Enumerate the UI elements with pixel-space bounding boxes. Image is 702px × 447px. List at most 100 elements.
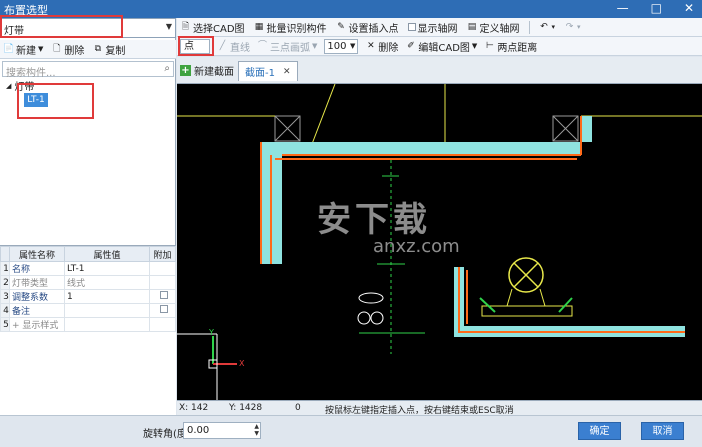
expand-icon[interactable]: + bbox=[12, 321, 20, 331]
rotation-value: 0.00 bbox=[187, 425, 210, 436]
delete-component-button[interactable]: 🗋 删除 bbox=[51, 42, 84, 57]
ok-button[interactable]: 确定 bbox=[578, 422, 621, 440]
redo-button[interactable]: ↷ ▾ bbox=[564, 22, 581, 33]
line-button[interactable]: ╱ 直线 bbox=[217, 39, 250, 54]
tree-node-root[interactable]: ◢ 灯带 bbox=[6, 78, 34, 94]
table-row[interactable]: 5 + 显示样式 bbox=[0, 317, 176, 332]
minimize-button[interactable]: — bbox=[617, 1, 629, 15]
component-type-select[interactable]: 灯带 ▼ bbox=[0, 18, 176, 38]
cad-canvas[interactable]: Y X 安下载 anxz.com bbox=[177, 84, 702, 400]
row-number: 1 bbox=[0, 261, 10, 276]
row-number: 4 bbox=[0, 303, 10, 318]
table-row[interactable]: 3 调整系数 1 bbox=[0, 289, 176, 304]
prop-extra bbox=[149, 317, 176, 332]
maximize-button[interactable]: □ bbox=[651, 1, 662, 15]
point-distance-button[interactable]: ⊢ 两点距离 bbox=[484, 39, 537, 54]
divider bbox=[528, 20, 530, 34]
edit-cad-label: 编辑CAD图 bbox=[418, 42, 470, 54]
cad-circle bbox=[370, 311, 384, 325]
table-row[interactable]: 4 备注 bbox=[0, 303, 176, 318]
arc-icon: ⌒ bbox=[257, 40, 267, 51]
new-component-button[interactable]: 📄 新建 ▼ bbox=[3, 42, 43, 57]
search-icon[interactable]: ⌕ bbox=[164, 63, 170, 74]
prop-extra[interactable] bbox=[149, 289, 176, 304]
cad-ellipse bbox=[358, 292, 384, 304]
chevron-down-icon: ▾ bbox=[577, 23, 581, 31]
prop-extra bbox=[149, 261, 176, 276]
tree-item-selected[interactable]: LT-1 bbox=[24, 93, 48, 107]
prop-name[interactable]: + 显示样式 bbox=[9, 317, 65, 332]
batch-identify-label: 批量识别构件 bbox=[266, 23, 327, 35]
close-tab-icon[interactable]: ✕ bbox=[283, 67, 291, 77]
prop-value[interactable] bbox=[64, 303, 150, 318]
edit-cad-button[interactable]: ✐ 编辑CAD图 ▼ bbox=[405, 39, 477, 54]
chevron-down-icon: ▼ bbox=[312, 42, 318, 50]
arc-button[interactable]: ⌒ 三点画弧 ▼ bbox=[257, 39, 317, 54]
zoom-value: 100 bbox=[327, 40, 347, 52]
watermark: 安下载 anxz.com bbox=[317, 192, 460, 257]
grid-icon: ▦ bbox=[254, 21, 264, 32]
tab-section-1[interactable]: 截面-1 ✕ bbox=[238, 61, 298, 81]
tab-label: 截面-1 bbox=[245, 68, 275, 79]
row-number-header bbox=[0, 246, 10, 262]
draw-point-button[interactable]: 点 bbox=[180, 38, 210, 54]
copy-label: 复制 bbox=[105, 45, 126, 57]
prop-value[interactable]: LT-1 bbox=[64, 261, 150, 276]
status-value: 0 bbox=[295, 403, 301, 413]
point-distance-label: 两点距离 bbox=[497, 42, 538, 54]
cad-line bbox=[311, 84, 336, 145]
select-cad-button[interactable]: 🗎 选择CAD图 bbox=[180, 20, 245, 35]
search-input[interactable]: 搜索构件... ⌕ bbox=[2, 61, 174, 79]
prop-extra-header: 附加 bbox=[149, 246, 176, 262]
attach-checkbox[interactable] bbox=[159, 291, 168, 299]
prop-value[interactable]: 1 bbox=[64, 289, 150, 304]
copy-component-button[interactable]: ⧉ 复制 bbox=[92, 42, 126, 57]
chevron-down-icon: ▼ bbox=[165, 22, 172, 31]
set-insert-point-label: 设置插入点 bbox=[348, 23, 399, 35]
y-axis-label: Y bbox=[209, 328, 214, 337]
chevron-down-icon: ▾ bbox=[551, 23, 556, 31]
title-bar: 布置选型 — □ ✕ bbox=[0, 0, 702, 18]
prop-value: 线式 bbox=[64, 275, 150, 290]
prop-extra[interactable] bbox=[149, 303, 176, 318]
component-type-value: 灯带 bbox=[4, 26, 24, 37]
collapse-icon[interactable]: ◢ bbox=[6, 82, 11, 90]
delete-shape-button[interactable]: ✕ 删除 bbox=[365, 39, 398, 54]
property-grid: 属性名称 属性值 附加 1 名称 LT-1 2 灯带类型 线式 3 调整系数 1 bbox=[0, 245, 176, 415]
light-strip bbox=[479, 297, 573, 313]
prop-name-header: 属性名称 bbox=[9, 246, 65, 262]
close-button[interactable]: ✕ bbox=[684, 1, 694, 15]
batch-identify-button[interactable]: ▦ 批量识别构件 bbox=[254, 20, 327, 35]
draw-toolbar: 点 ╱ 直线 ⌒ 三点画弧 ▼ 100 ▼ ✕ 删除 ✐ 编辑CAD图 ▼ ⊢ … bbox=[177, 37, 702, 56]
rotation-input[interactable]: 0.00 ▲ ▼ bbox=[183, 422, 261, 439]
set-insert-point-button[interactable]: ✎ 设置插入点 bbox=[336, 20, 399, 35]
tab-bar: + 新建截面 截面-1 ✕ bbox=[177, 57, 702, 84]
undo-button[interactable]: ↶ ▾ bbox=[539, 22, 556, 33]
define-axis-label: 定义轴网 bbox=[479, 23, 520, 35]
prop-value-header: 属性值 bbox=[64, 246, 150, 262]
redo-icon: ↷ bbox=[565, 21, 574, 32]
define-axis-button[interactable]: ▤ 定义轴网 bbox=[467, 20, 520, 35]
new-section-button[interactable]: + 新建截面 bbox=[180, 63, 234, 78]
status-x: X: 142 bbox=[179, 403, 209, 413]
delete-icon: 🗋 bbox=[53, 43, 61, 54]
copy-icon: ⧉ bbox=[94, 43, 102, 54]
cad-circle bbox=[357, 311, 371, 325]
new-icon: 📄 bbox=[3, 43, 15, 54]
axis-grid-icon: ▤ bbox=[467, 21, 477, 32]
table-row[interactable]: 2 灯带类型 线式 bbox=[0, 275, 176, 290]
delete-label: 删除 bbox=[64, 45, 85, 57]
show-axis-checkbox[interactable]: 显示轴网 bbox=[407, 20, 458, 35]
prop-name: 备注 bbox=[9, 303, 65, 318]
spinner-icon[interactable]: ▲ ▼ bbox=[254, 423, 259, 437]
chevron-down-icon: ▼ bbox=[350, 41, 356, 50]
delete-x-icon: ✕ bbox=[367, 40, 375, 51]
delete-shape-label: 删除 bbox=[378, 42, 399, 54]
attach-checkbox[interactable] bbox=[159, 305, 168, 313]
table-row[interactable]: 1 名称 LT-1 bbox=[0, 261, 176, 276]
checkbox-icon[interactable] bbox=[407, 23, 416, 31]
prop-name: 调整系数 bbox=[9, 289, 65, 304]
row-number: 2 bbox=[0, 275, 10, 290]
cancel-button[interactable]: 取消 bbox=[641, 422, 684, 440]
zoom-select[interactable]: 100 ▼ bbox=[324, 38, 359, 54]
